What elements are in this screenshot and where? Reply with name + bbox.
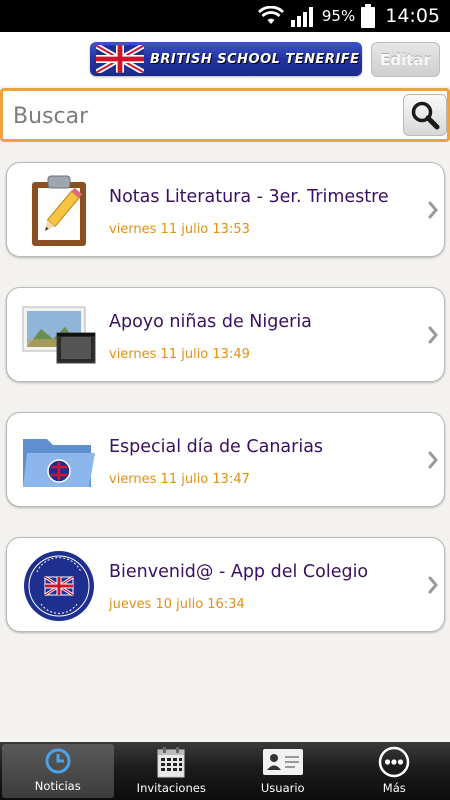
chevron-right-icon xyxy=(428,326,438,344)
edit-button[interactable]: Editar xyxy=(371,42,440,77)
status-bar: 95% 14:05 xyxy=(0,0,450,32)
bottom-tab-bar: Noticias Invitaciones Usuario Más xyxy=(0,742,450,800)
clipboard-pencil-icon xyxy=(21,173,97,249)
tab-label: Invitaciones xyxy=(136,781,206,795)
tab-label: Noticias xyxy=(34,779,81,793)
chevron-right-icon xyxy=(428,201,438,219)
tab-invitaciones[interactable]: Invitaciones xyxy=(116,742,228,800)
chevron-right-icon xyxy=(428,451,438,469)
search-bar xyxy=(0,88,450,142)
battery-icon xyxy=(361,4,376,28)
chevron-right-icon xyxy=(428,576,438,594)
search-input[interactable] xyxy=(13,96,393,136)
app-header: BRITISH SCHOOL TENERIFE Editar xyxy=(0,32,450,86)
news-title: Especial día de Canarias xyxy=(109,437,324,457)
clock: 14:05 xyxy=(385,5,440,27)
more-icon xyxy=(379,746,410,778)
union-jack-icon xyxy=(96,45,144,73)
news-title: Bienvenid@ - App del Colegio xyxy=(109,562,369,582)
news-item[interactable]: Especial día de Canarias viernes 11 juli… xyxy=(6,412,445,507)
calendar-icon xyxy=(157,747,185,778)
tab-mas[interactable]: Más xyxy=(339,742,450,800)
news-item[interactable]: Notas Literatura - 3er. Trimestre vierne… xyxy=(6,162,445,257)
news-title: Apoyo niñas de Nigeria xyxy=(109,312,312,332)
news-date: viernes 11 julio 13:47 xyxy=(109,472,250,487)
tab-usuario[interactable]: Usuario xyxy=(227,742,339,800)
tab-label: Usuario xyxy=(260,781,305,795)
clock-icon xyxy=(45,748,71,773)
school-logo-banner: BRITISH SCHOOL TENERIFE xyxy=(90,42,362,76)
search-icon xyxy=(411,101,440,130)
folder-icon xyxy=(21,423,97,499)
school-crest-icon xyxy=(21,548,97,624)
news-date: jueves 10 julio 16:34 xyxy=(109,597,245,612)
id-card-icon xyxy=(262,749,303,775)
tab-noticias[interactable]: Noticias xyxy=(2,744,114,798)
news-item[interactable]: Bienvenid@ - App del Colegio jueves 10 j… xyxy=(6,537,445,632)
photos-icon xyxy=(21,298,97,374)
news-item[interactable]: Apoyo niñas de Nigeria viernes 11 julio … xyxy=(6,287,445,382)
signal-icon xyxy=(290,7,313,27)
logo-text: BRITISH SCHOOL TENERIFE xyxy=(150,51,360,67)
search-button[interactable] xyxy=(403,94,447,136)
news-date: viernes 11 julio 13:49 xyxy=(109,347,250,362)
tab-label: Más xyxy=(382,781,406,795)
wifi-icon xyxy=(257,6,284,24)
news-date: viernes 11 julio 13:53 xyxy=(109,222,250,237)
battery-percent: 95% xyxy=(321,7,356,25)
news-title: Notas Literatura - 3er. Trimestre xyxy=(109,187,389,207)
